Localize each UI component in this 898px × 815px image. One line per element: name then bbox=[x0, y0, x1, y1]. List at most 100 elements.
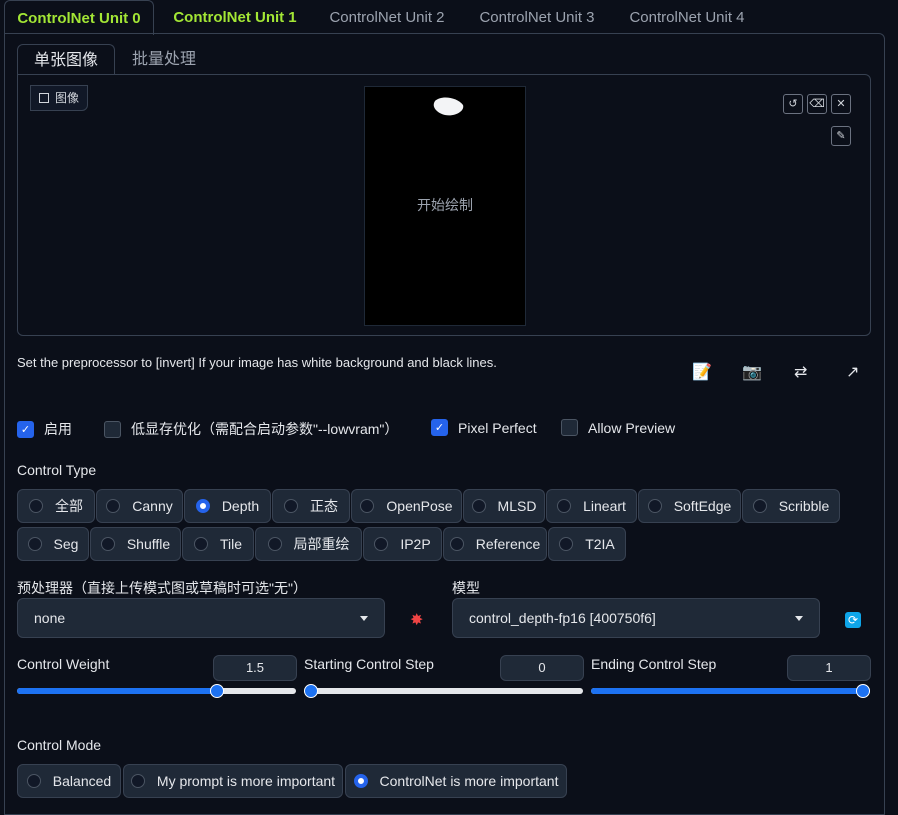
check-icon: ✓ bbox=[431, 419, 448, 436]
checkbox-empty bbox=[104, 420, 121, 438]
brush-stroke-shape bbox=[433, 97, 464, 116]
ending-step-label: Ending Control Step bbox=[591, 656, 717, 672]
pixel-perfect-checkbox[interactable]: ✓ Pixel Perfect bbox=[431, 419, 537, 436]
radio-label: ControlNet is more important bbox=[379, 773, 559, 789]
radio-dot bbox=[647, 499, 662, 513]
allow-preview-checkbox[interactable]: Allow Preview bbox=[561, 419, 675, 436]
allow-preview-label: Allow Preview bbox=[588, 419, 676, 436]
tab-controlnet-unit-0[interactable]: ControlNet Unit 0 bbox=[4, 0, 154, 35]
starting-step-slider[interactable] bbox=[304, 684, 583, 698]
control-type-mlsd[interactable]: MLSD bbox=[463, 489, 545, 523]
control-type-seg[interactable]: Seg bbox=[17, 527, 89, 561]
drawing-canvas[interactable]: 开始绘制 bbox=[364, 86, 526, 326]
ending-step-input[interactable]: 1 bbox=[787, 655, 871, 681]
radio-dot bbox=[471, 499, 486, 513]
pixel-perfect-label: Pixel Perfect bbox=[458, 419, 537, 436]
radio-label: Balanced bbox=[52, 773, 112, 789]
radio-label: T2IA bbox=[585, 536, 615, 552]
radio-label: Seg bbox=[53, 536, 79, 552]
canvas-start-text: 开始绘制 bbox=[417, 197, 473, 213]
radio-label: Lineart bbox=[583, 498, 626, 514]
control-weight-slider[interactable] bbox=[17, 684, 296, 698]
control-type-normal[interactable]: 正态 bbox=[272, 489, 350, 523]
control-type-tile[interactable]: Tile bbox=[182, 527, 254, 561]
control-type-depth[interactable]: Depth bbox=[184, 489, 271, 523]
control-type-t2ia[interactable]: T2IA bbox=[548, 527, 626, 561]
control-mode-controlnet[interactable]: ControlNet is more important bbox=[345, 764, 567, 798]
eraser-icon[interactable]: ⌫ bbox=[807, 94, 827, 114]
radio-label: Canny bbox=[132, 498, 173, 514]
starting-step-label: Starting Control Step bbox=[304, 656, 434, 672]
control-type-lineart[interactable]: Lineart bbox=[546, 489, 637, 523]
control-type-softedge[interactable]: SoftEdge bbox=[638, 489, 741, 523]
radio-label: IP2P bbox=[400, 536, 431, 552]
radio-dot bbox=[752, 499, 767, 513]
slider-fill bbox=[591, 688, 863, 694]
lowvram-checkbox[interactable]: 低显存优化（需配合启动参数"--lowvram"） bbox=[104, 419, 398, 439]
tab-controlnet-unit-3[interactable]: ControlNet Unit 3 bbox=[464, 0, 610, 34]
control-type-canny[interactable]: Canny bbox=[96, 489, 183, 523]
radio-label: 局部重绘 bbox=[293, 536, 350, 552]
control-type-shuffle[interactable]: Shuffle bbox=[90, 527, 181, 561]
chevron-down-icon bbox=[360, 615, 368, 621]
radio-dot bbox=[267, 537, 282, 551]
run-preprocessor-icon[interactable]: ✸ bbox=[410, 610, 423, 630]
preprocessor-hint: Set the preprocessor to [invert] If your… bbox=[17, 355, 497, 370]
starting-step-input[interactable]: 0 bbox=[500, 655, 584, 681]
ending-step-slider[interactable] bbox=[591, 684, 870, 698]
radio-label: SoftEdge bbox=[673, 498, 732, 514]
slider-thumb[interactable] bbox=[856, 684, 870, 698]
control-type-scribble[interactable]: Scribble bbox=[742, 489, 840, 523]
radio-label: OpenPose bbox=[386, 498, 453, 514]
tab-controlnet-unit-1[interactable]: ControlNet Unit 1 bbox=[160, 0, 310, 34]
radio-label: Tile bbox=[219, 536, 243, 552]
refresh-icon[interactable]: ⟳ bbox=[845, 612, 861, 628]
enable-checkbox[interactable]: ✓ 启用 bbox=[17, 419, 72, 439]
tab-controlnet-unit-4[interactable]: ControlNet Unit 4 bbox=[614, 0, 760, 34]
radio-dot-selected bbox=[195, 499, 210, 513]
slider-thumb[interactable] bbox=[304, 684, 318, 698]
swap-icon[interactable]: ⇄ bbox=[794, 362, 807, 382]
tab-controlnet-unit-2[interactable]: ControlNet Unit 2 bbox=[314, 0, 460, 34]
radio-label: Scribble bbox=[778, 498, 830, 514]
tab-single-image[interactable]: 单张图像 bbox=[17, 44, 116, 75]
webcam-icon[interactable]: 📷 bbox=[742, 362, 762, 382]
radio-dot bbox=[284, 499, 298, 513]
radio-label: My prompt is more important bbox=[156, 773, 336, 789]
model-dropdown[interactable]: control_depth-fp16 [400750f6] bbox=[452, 598, 820, 638]
control-type-label: Control Type bbox=[17, 462, 97, 478]
control-type-ip2p[interactable]: IP2P bbox=[363, 527, 442, 561]
radio-dot bbox=[100, 537, 115, 551]
control-type-openpose[interactable]: OpenPose bbox=[351, 489, 462, 523]
control-type-reference[interactable]: Reference bbox=[443, 527, 547, 561]
radio-dot bbox=[193, 537, 208, 551]
radio-label: Shuffle bbox=[126, 536, 171, 552]
close-icon[interactable]: ✕ bbox=[831, 94, 851, 114]
radio-dot bbox=[449, 537, 464, 551]
chevron-down-icon bbox=[795, 615, 803, 621]
tab-batch[interactable]: 批量处理 bbox=[116, 44, 212, 74]
control-mode-balanced[interactable]: Balanced bbox=[17, 764, 121, 798]
radio-dot bbox=[29, 499, 43, 513]
radio-dot-selected bbox=[353, 774, 368, 788]
brush-icon[interactable]: ✎ bbox=[831, 126, 851, 146]
checkbox-empty bbox=[561, 419, 578, 436]
radio-dot bbox=[106, 499, 121, 513]
model-value: control_depth-fp16 [400750f6] bbox=[469, 610, 656, 626]
control-mode-prompt[interactable]: My prompt is more important bbox=[123, 764, 343, 798]
undo-icon[interactable]: ↺ bbox=[783, 94, 803, 114]
control-type-all[interactable]: 全部 bbox=[17, 489, 95, 523]
radio-dot bbox=[27, 537, 42, 551]
preprocessor-value: none bbox=[34, 610, 66, 626]
control-type-inpaint[interactable]: 局部重绘 bbox=[255, 527, 362, 561]
control-mode-label: Control Mode bbox=[17, 737, 102, 753]
radio-label: 正态 bbox=[310, 498, 338, 514]
new-canvas-icon[interactable]: 📝 bbox=[692, 362, 712, 382]
send-dimensions-icon[interactable]: ↗ bbox=[846, 362, 859, 382]
preprocessor-dropdown[interactable]: none bbox=[17, 598, 385, 638]
radio-dot bbox=[374, 537, 389, 551]
radio-dot bbox=[557, 499, 572, 513]
radio-label: 全部 bbox=[55, 498, 83, 514]
control-weight-input[interactable]: 1.5 bbox=[213, 655, 297, 681]
radio-label: Reference bbox=[475, 536, 541, 552]
